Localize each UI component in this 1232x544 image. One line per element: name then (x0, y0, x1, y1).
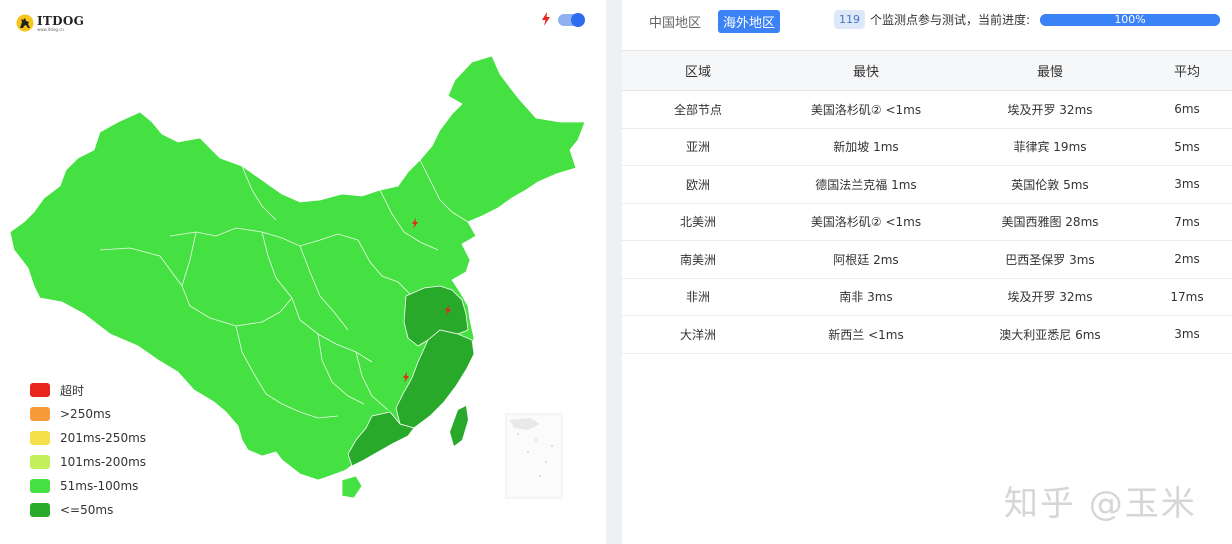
cell-average: 6ms (1142, 90, 1232, 129)
zhihu-watermark: 知乎 @玉米 (1004, 484, 1197, 524)
cell-fastest: 新西兰 <1ms (774, 315, 958, 354)
legend-swatch (30, 383, 50, 397)
cell-region: 非洲 (622, 278, 774, 316)
cell-region: 全部节点 (622, 90, 774, 129)
region-stats-table: 区域 最快 最慢 平均 全部节点 美国洛杉矶② <1ms 埃及开罗 32ms 6ms 亚… (622, 50, 1232, 354)
legend-label: 201ms-250ms (60, 431, 147, 445)
legend-swatch (30, 503, 50, 517)
legend-item: >250ms (30, 402, 146, 426)
legend-item: 201ms-250ms (30, 426, 146, 450)
cell-region: 欧洲 (622, 165, 774, 204)
table-row: 欧洲 德国法兰克福 1ms 英国伦敦 5ms 3ms (622, 165, 1232, 204)
cell-average: 5ms (1142, 128, 1232, 166)
lightning-icon (542, 12, 550, 26)
cell-fastest: 新加坡 1ms (774, 128, 958, 166)
logo-url-text: www.itdog.cn (37, 26, 64, 32)
cell-average: 7ms (1142, 203, 1232, 241)
legend-label: 51ms-100ms (60, 479, 139, 493)
map-panel: ITDOG www.itdog.cn 超时 >250ms 201ms-250ms… (0, 0, 606, 544)
table-row: 南美洲 阿根廷 2ms 巴西圣保罗 3ms 2ms (622, 240, 1232, 279)
legend-item: <=50ms (30, 498, 146, 522)
table-row: 全部节点 美国洛杉矶② <1ms 埃及开罗 32ms 6ms (622, 90, 1232, 129)
cell-average: 3ms (1142, 315, 1232, 354)
cell-fastest: 南非 3ms (774, 278, 958, 316)
dog-logo-icon (16, 14, 34, 32)
south-china-sea-inset (505, 413, 563, 499)
cell-region: 亚洲 (622, 128, 774, 166)
legend-label: >250ms (60, 407, 111, 421)
legend-label: 超时 (60, 383, 85, 398)
display-toggle[interactable] (558, 13, 585, 27)
table-row: 北美洲 美国洛杉矶② <1ms 美国西雅图 28ms 7ms (622, 203, 1232, 241)
progress-text: 个监测点参与测试，当前进度: (870, 13, 1031, 27)
legend-swatch (30, 479, 50, 493)
table-header-row: 区域 最快 最慢 平均 (622, 50, 1232, 91)
cell-region: 北美洲 (622, 203, 774, 241)
cell-slowest: 英国伦敦 5ms (958, 165, 1142, 204)
header-slowest: 最慢 (958, 50, 1142, 91)
cell-region: 大洋洲 (622, 315, 774, 354)
cell-fastest: 美国洛杉矶② <1ms (774, 203, 958, 241)
tab-china[interactable]: 中国地区 (644, 10, 706, 33)
legend-label: 101ms-200ms (60, 455, 147, 469)
table-row: 大洋洲 新西兰 <1ms 澳大利亚悉尼 6ms 3ms (622, 315, 1232, 354)
cell-slowest: 埃及开罗 32ms (958, 90, 1142, 129)
cell-average: 17ms (1142, 278, 1232, 316)
header-average: 平均 (1142, 50, 1232, 91)
cell-region: 南美洲 (622, 240, 774, 279)
table-body: 全部节点 美国洛杉矶② <1ms 埃及开罗 32ms 6ms 亚洲 新加坡 1ms 菲律宾 … (622, 90, 1232, 354)
header-region: 区域 (622, 50, 774, 91)
cell-average: 2ms (1142, 240, 1232, 279)
region-tabs: 中国地区 海外地区 (644, 10, 781, 33)
legend-item: 超时 (30, 378, 146, 402)
itdog-logo: ITDOG www.itdog.cn (16, 14, 84, 32)
cell-slowest: 美国西雅图 28ms (958, 203, 1142, 241)
table-row: 非洲 南非 3ms 埃及开罗 32ms 17ms (622, 278, 1232, 316)
tab-overseas[interactable]: 海外地区 (718, 10, 781, 33)
cell-slowest: 埃及开罗 32ms (958, 278, 1142, 316)
legend-item: 51ms-100ms (30, 474, 146, 498)
cell-average: 3ms (1142, 165, 1232, 204)
hainan-region (341, 475, 363, 499)
cell-slowest: 巴西圣保罗 3ms (958, 240, 1142, 279)
cell-slowest: 澳大利亚悉尼 6ms (958, 315, 1142, 354)
logo-brand-text: ITDOG (37, 13, 85, 28)
results-panel: 中国地区 海外地区 119 个监测点参与测试，当前进度: 100% 区域 最快 … (622, 0, 1232, 544)
cell-fastest: 美国洛杉矶② <1ms (774, 90, 958, 129)
legend-swatch (30, 407, 50, 421)
progress-bar: 100% (1040, 13, 1221, 26)
table-row: 亚洲 新加坡 1ms 菲律宾 19ms 5ms (622, 128, 1232, 166)
node-count-badge: 119 (834, 10, 865, 29)
taiwan-region (450, 406, 468, 446)
test-progress: 119 个监测点参与测试，当前进度: 100% (834, 10, 1221, 29)
cell-slowest: 菲律宾 19ms (958, 128, 1142, 166)
progress-percent: 100% (1114, 13, 1146, 26)
legend-item: 101ms-200ms (30, 450, 146, 474)
legend-swatch (30, 455, 50, 469)
legend-swatch (30, 431, 50, 445)
latency-legend: 超时 >250ms 201ms-250ms 101ms-200ms 51ms-1… (30, 378, 146, 522)
legend-label: <=50ms (60, 503, 114, 517)
cell-fastest: 阿根廷 2ms (774, 240, 958, 279)
header-fastest: 最快 (774, 50, 958, 91)
cell-fastest: 德国法兰克福 1ms (774, 165, 958, 204)
